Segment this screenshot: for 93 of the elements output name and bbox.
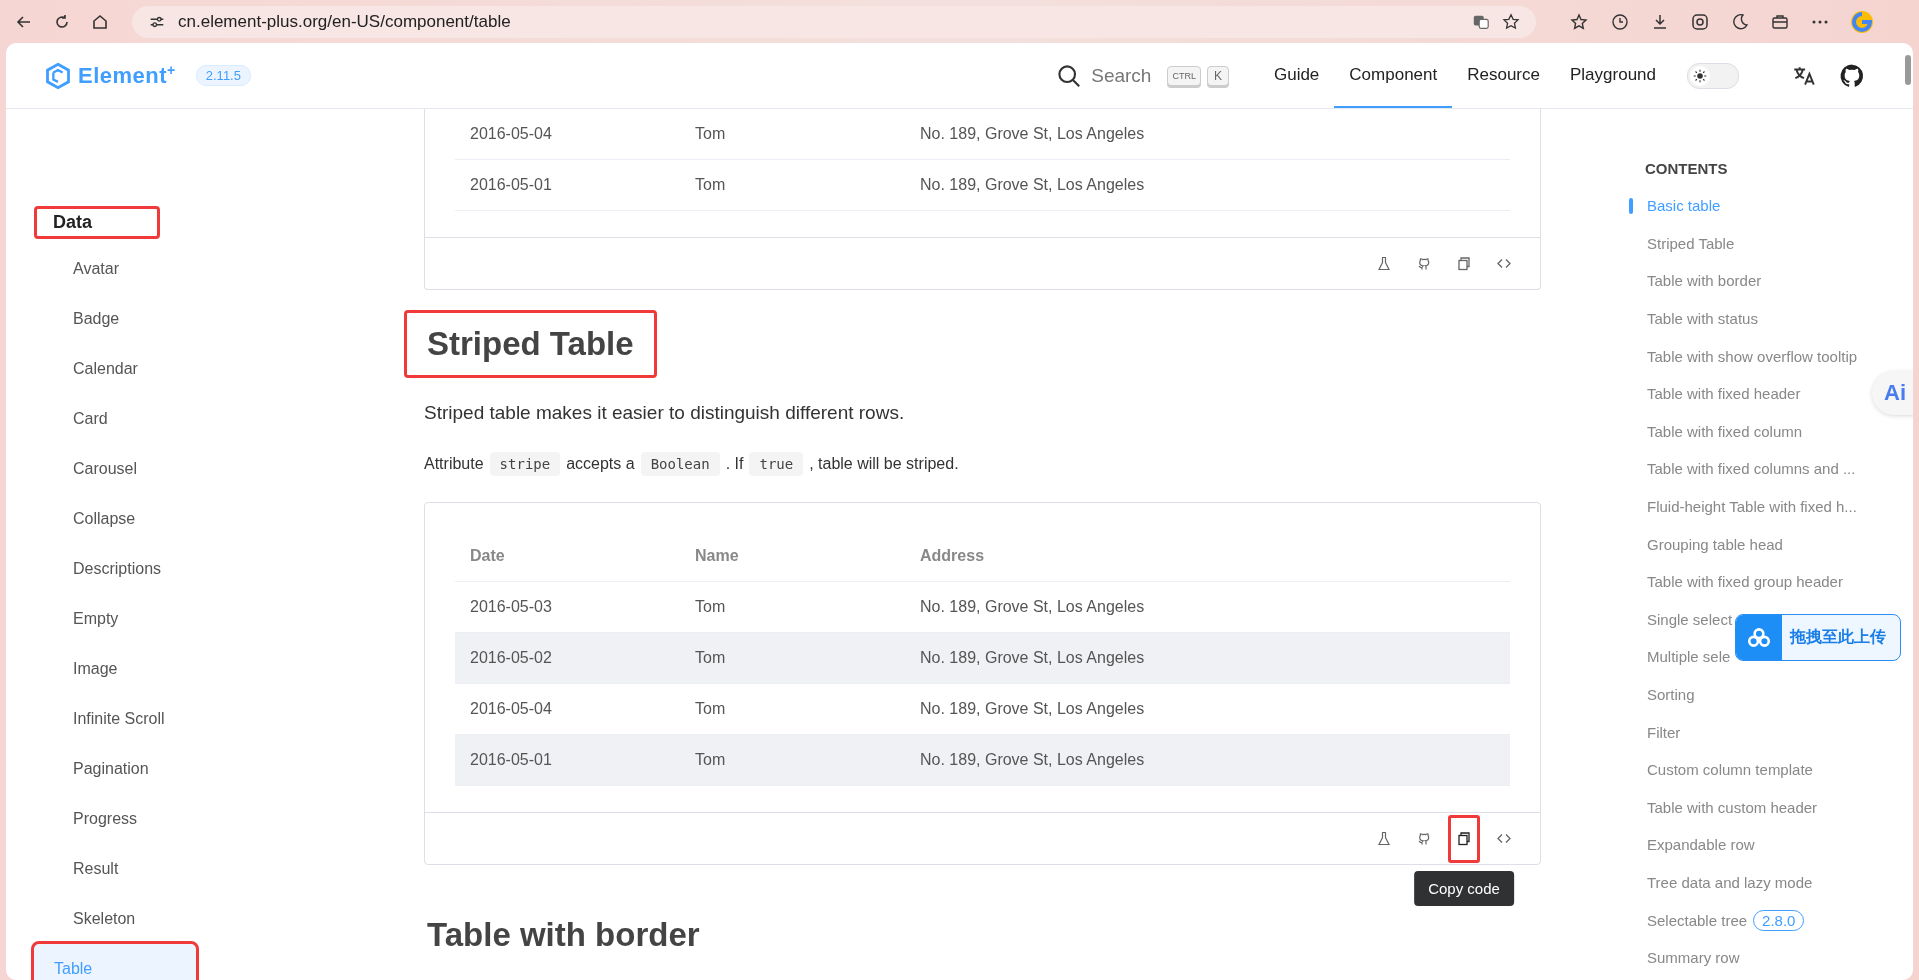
contents-link[interactable]: Grouping table head [1647,535,1783,553]
sidebar-item[interactable]: Avatar [50,241,286,291]
scrollbar-thumb[interactable] [1905,55,1911,85]
table-cell-text: 2016-05-04 [469,700,553,718]
contents-link[interactable]: Basic table [1647,197,1721,215]
contents-link[interactable]: Table with show overflow tooltip [1647,347,1858,365]
table-cell-text: No. 189, Grove St, Los Angeles [919,649,1145,667]
camera-icon[interactable] [1690,11,1710,32]
nav-link[interactable]: Resource [1452,43,1555,108]
flask-icon [1376,830,1392,847]
table-cell-text: Tom [694,751,727,769]
sidebar-item[interactable]: Collapse [50,491,286,541]
table-cell-text: 2016-05-01 [469,751,553,769]
contents-link[interactable]: Tree data and lazy mode [1647,874,1813,891]
sidebar-item[interactable]: Empty [50,591,286,641]
contents-link[interactable]: Expandable row [1647,836,1755,854]
ai-button[interactable]: Ai [1872,371,1913,415]
flask-icon [1376,255,1392,272]
tooltip: Copy code [1414,870,1514,906]
contents-link[interactable]: Table with fixed column [1647,422,1803,440]
history-icon[interactable] [1610,11,1630,32]
table-cell-text: No. 189, Grove St, Los Angeles [919,176,1145,194]
contents-link[interactable]: Filter [1647,723,1681,741]
hexagon-logo-icon [44,61,72,90]
table-cell-text: Tom [694,700,727,718]
copy-icon [1456,255,1472,272]
theme-switch[interactable] [1687,62,1739,89]
contents-link[interactable]: Striped Table [1647,234,1735,252]
sun-icon [1693,68,1707,83]
contents-link[interactable]: Multiple sele [1647,648,1731,666]
nav-link[interactable]: Component [1334,43,1453,108]
section-heading: Table with border [426,915,701,955]
contents-link[interactable]: Custom column template [1647,761,1813,779]
table-cell-text: 2016-05-01 [469,176,553,194]
copy-icon [1456,830,1472,847]
table-cell-text: No. 189, Grove St, Los Angeles [919,125,1145,143]
contents-link[interactable]: Table with fixed group header [1647,573,1843,591]
attribute-note: Attribute stripe accepts a Boolean . If true , table will be striped. [424,452,1629,476]
section-description: Striped table makes it easier to distinguish different rows. [424,402,906,424]
contents-link[interactable]: Summary row [1647,949,1740,967]
sidebar-item[interactable]: Progress [50,791,286,841]
table-cell-text: 2016-05-02 [469,649,553,667]
address-bar[interactable]: cn.element-plus.org/en-US/component/table [132,5,1536,38]
sidebar-item[interactable]: Result [50,841,286,891]
github-icon [1416,830,1432,847]
copy-button[interactable] [1448,814,1480,863]
sidebar-item[interactable]: Table [31,941,199,980]
table-cell-text: Tom [694,125,727,143]
upload-label: 拖拽至此上传 [1790,627,1886,647]
table-cell-text: No. 189, Grove St, Los Angeles [919,598,1145,616]
sidebar-item[interactable]: Infinite Scroll [50,691,286,741]
column-header: Address [919,547,985,565]
table-cell-text: Tom [694,649,727,667]
sidebar-group-title: Data [34,206,160,239]
column-header: Name [694,547,740,565]
table-cell-text: 2016-05-03 [469,598,553,616]
sidebar-item[interactable]: Calendar [50,341,286,391]
contents-link[interactable]: Sorting [1647,686,1695,703]
contents-link[interactable]: Table with fixed header [1647,385,1801,403]
sidebar-item[interactable]: Image [50,641,286,691]
sidebar-item[interactable]: Descriptions [50,541,286,591]
upload-widget[interactable]: 拖拽至此上传 [1735,614,1901,661]
version-badge: 2.11.5 [195,65,251,86]
contents-link[interactable]: Fluid-height Table with fixed h... [1647,498,1857,516]
moon-icon[interactable] [1730,11,1750,32]
table-cell-text: 2016-05-04 [469,125,553,143]
contents-title: CONTENTS [1644,160,1729,177]
table-cell-text: Tom [694,176,727,194]
sidebar-item[interactable]: Pagination [50,741,286,791]
sidebar-item[interactable]: Badge [50,291,286,341]
github-icon[interactable] [1839,62,1865,89]
contents-link[interactable]: Single select [1647,610,1733,628]
table-cell-text: Tom [694,598,727,616]
contents-link[interactable]: Selectable tree [1647,911,1748,929]
nav-link[interactable]: Guide [1258,43,1335,108]
search-button[interactable]: Search CTRL K [1057,63,1229,88]
table-cell-text: No. 189, Grove St, Los Angeles [919,700,1145,718]
favorites-icon[interactable] [1570,11,1590,32]
logo-text[interactable]: Element$^{+}$ [78,61,176,90]
column-header: Date [469,547,506,565]
contents-link[interactable]: Table with border [1647,272,1762,290]
contents-link[interactable]: Table with status [1647,310,1758,328]
sidebar-item[interactable]: Carousel [50,441,286,491]
table-cell-text: No. 189, Grove St, Los Angeles [919,751,1145,769]
github-icon [1416,255,1432,272]
nav-link[interactable]: Playground [1555,43,1671,108]
contents-link[interactable]: Table with custom header [1647,798,1818,816]
sidebar-item[interactable]: Skeleton [50,891,286,941]
sidebar-item[interactable]: Card [50,391,286,441]
star-icon[interactable] [1502,12,1520,31]
contents-link[interactable]: Table with fixed columns and ... [1647,460,1856,478]
section-heading: Striped Table [404,310,657,378]
search-icon [1057,63,1082,88]
